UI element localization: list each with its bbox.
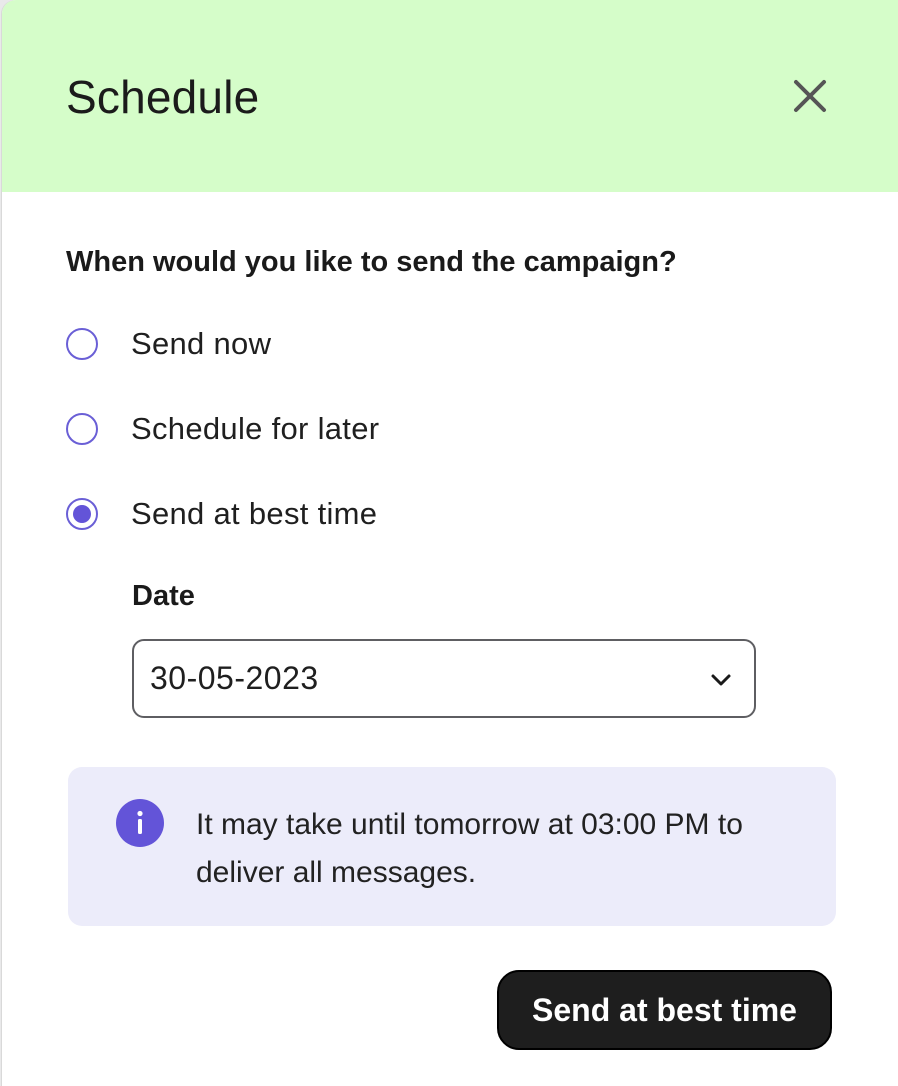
close-button[interactable] bbox=[788, 72, 832, 120]
option-label: Send at best time bbox=[131, 496, 378, 531]
chevron-down-icon bbox=[711, 674, 731, 686]
radio-selected-dot bbox=[73, 505, 91, 523]
option-send-now[interactable]: Send now bbox=[66, 324, 566, 364]
schedule-question: When would you like to send the campaign… bbox=[66, 246, 677, 278]
dialog-title: Schedule bbox=[66, 71, 260, 123]
send-best-time-button[interactable]: Send at best time bbox=[497, 970, 832, 1050]
close-icon bbox=[794, 80, 826, 112]
date-select[interactable]: 30-05-2023 bbox=[132, 639, 756, 718]
option-label: Send now bbox=[131, 326, 272, 361]
schedule-dialog: Schedule When would you like to send the… bbox=[2, 0, 898, 1086]
date-value: 30-05-2023 bbox=[150, 660, 319, 696]
dialog-header: Schedule bbox=[2, 0, 898, 192]
option-schedule-later[interactable]: Schedule for later bbox=[66, 409, 566, 449]
info-message: It may take until tomorrow at 03:00 PM t… bbox=[196, 808, 743, 889]
option-best-time[interactable]: Send at best time bbox=[66, 494, 566, 534]
radio-best-time[interactable] bbox=[66, 498, 98, 530]
info-banner: It may take until tomorrow at 03:00 PM t… bbox=[68, 767, 836, 926]
option-label: Schedule for later bbox=[131, 411, 380, 446]
info-icon bbox=[116, 799, 164, 847]
date-label: Date bbox=[132, 580, 195, 612]
radio-send-now[interactable] bbox=[66, 328, 98, 360]
radio-schedule-later[interactable] bbox=[66, 413, 98, 445]
